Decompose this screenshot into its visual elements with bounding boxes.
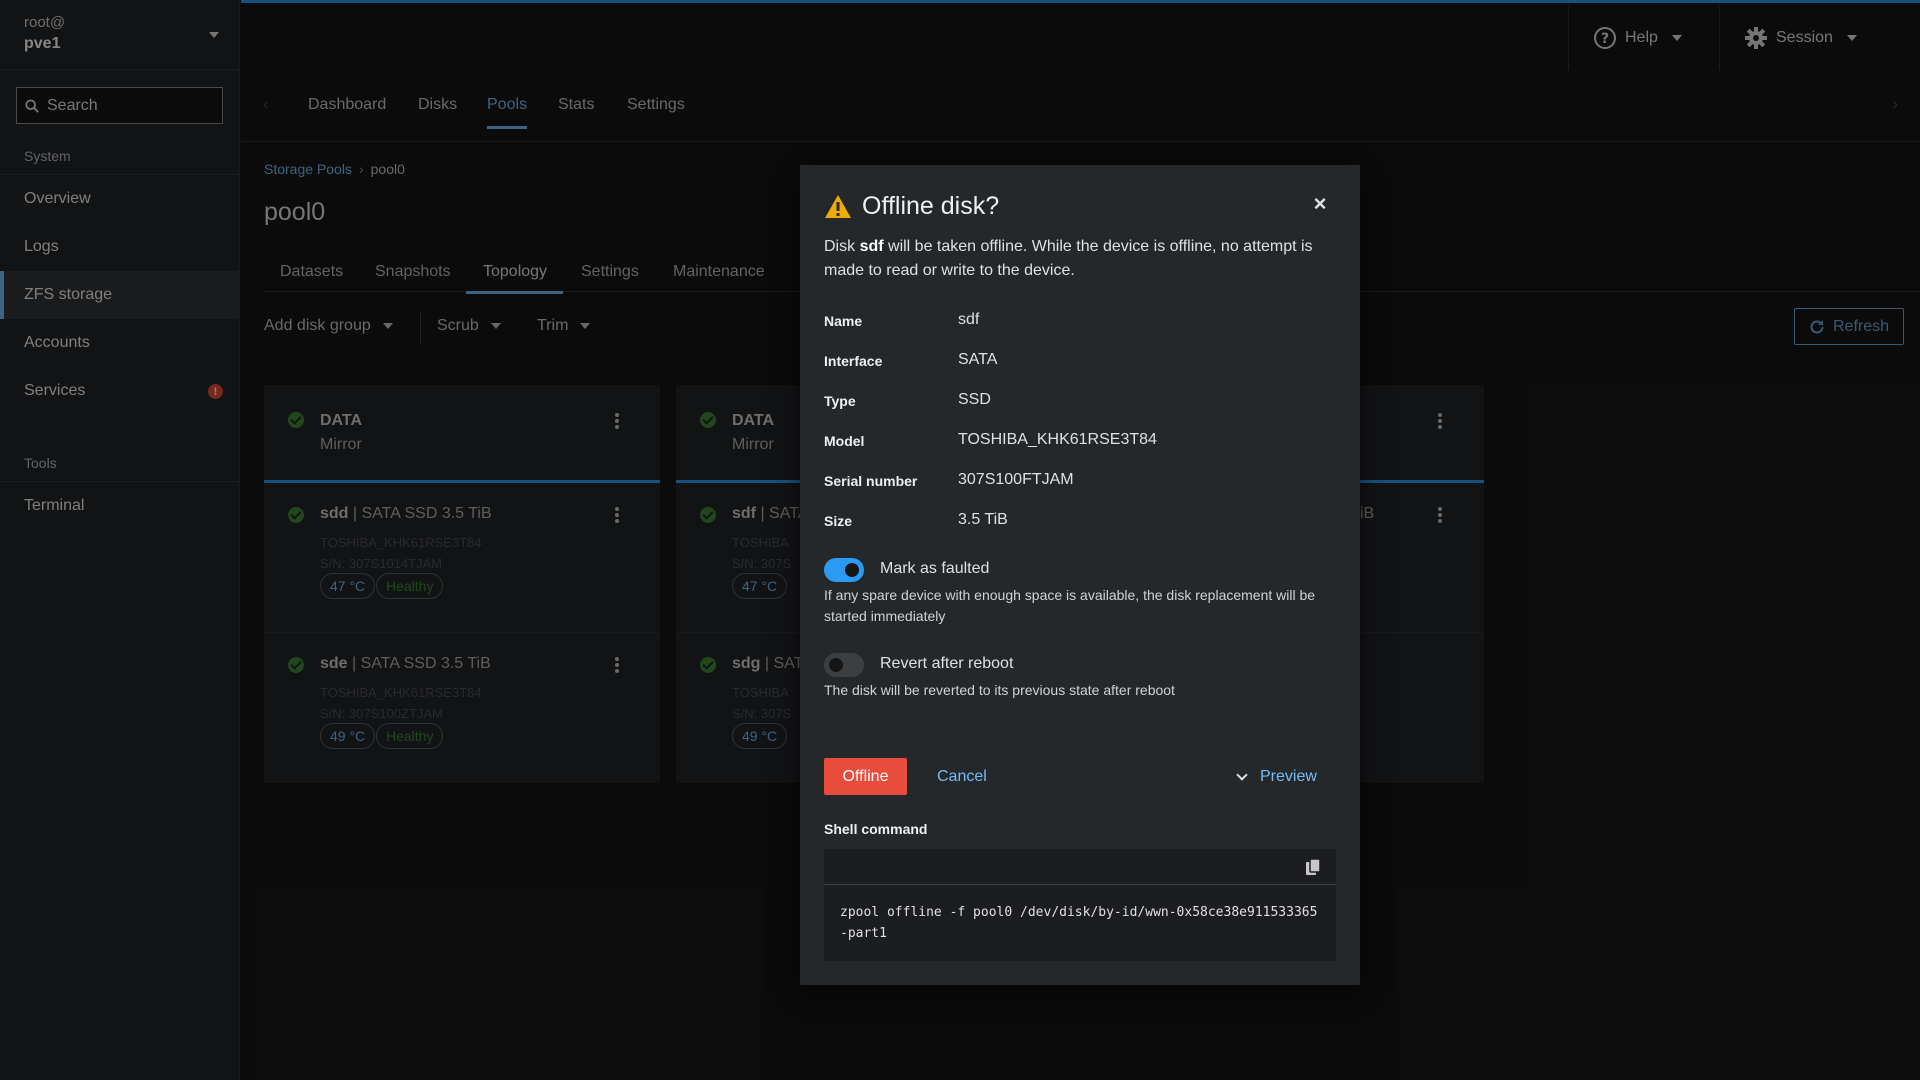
revert-after-reboot-toggle[interactable] [824,653,864,677]
prop-value-interface: SATA [958,351,998,368]
mark-faulted-label: Mark as faulted [880,560,990,577]
shell-command-text: zpool offline -f pool0 /dev/disk/by-id/w… [840,905,1318,941]
shell-command-box: zpool offline -f pool0 /dev/disk/by-id/w… [824,849,1336,961]
code-toolbar [824,849,1336,885]
toggle-knob [845,563,859,577]
close-icon[interactable]: × [1311,193,1329,215]
desc-suffix: will be taken offline. While the device … [824,238,1313,279]
prop-label-interface: Interface [824,353,883,369]
revert-after-reboot-help: The disk will be reverted to its previou… [824,682,1175,698]
desc-disk-name: sdf [859,238,884,255]
prop-label-size: Size [824,513,853,529]
prop-value-serial: 307S100FTJAM [958,471,1074,488]
mark-faulted-toggle[interactable] [824,558,864,582]
preview-label: Preview [1260,767,1317,785]
prop-label-type: Type [824,393,856,409]
offline-disk-modal: Offline disk? × Disk sdf will be taken o… [800,165,1360,985]
prop-value-type: SSD [958,391,991,408]
prop-value-model: TOSHIBA_KHK61RSE3T84 [958,431,1157,448]
warning-triangle-icon [825,195,851,218]
mark-faulted-help: If any spare device with enough space is… [824,587,1316,624]
revert-after-reboot-label: Revert after reboot [880,655,1014,672]
preview-toggle[interactable]: Preview [1236,758,1317,795]
chevron-down-icon [1236,768,1248,781]
toggle-knob [829,658,843,672]
modal-description: Disk sdf will be taken offline. While th… [824,235,1336,283]
prop-label-model: Model [824,433,865,449]
prop-value-name: sdf [958,311,980,328]
prop-label-name: Name [824,313,863,329]
cancel-button[interactable]: Cancel [937,758,987,795]
prop-value-size: 3.5 TiB [958,511,1008,528]
copy-icon[interactable] [1306,859,1320,875]
shell-command-label: Shell command [824,821,928,837]
modal-title-text: Offline disk? [862,192,1000,220]
prop-label-serial: Serial number [824,473,918,489]
desc-prefix: Disk [824,238,860,255]
offline-button[interactable]: Offline [824,758,907,795]
modal-title: Offline disk? [824,192,999,221]
